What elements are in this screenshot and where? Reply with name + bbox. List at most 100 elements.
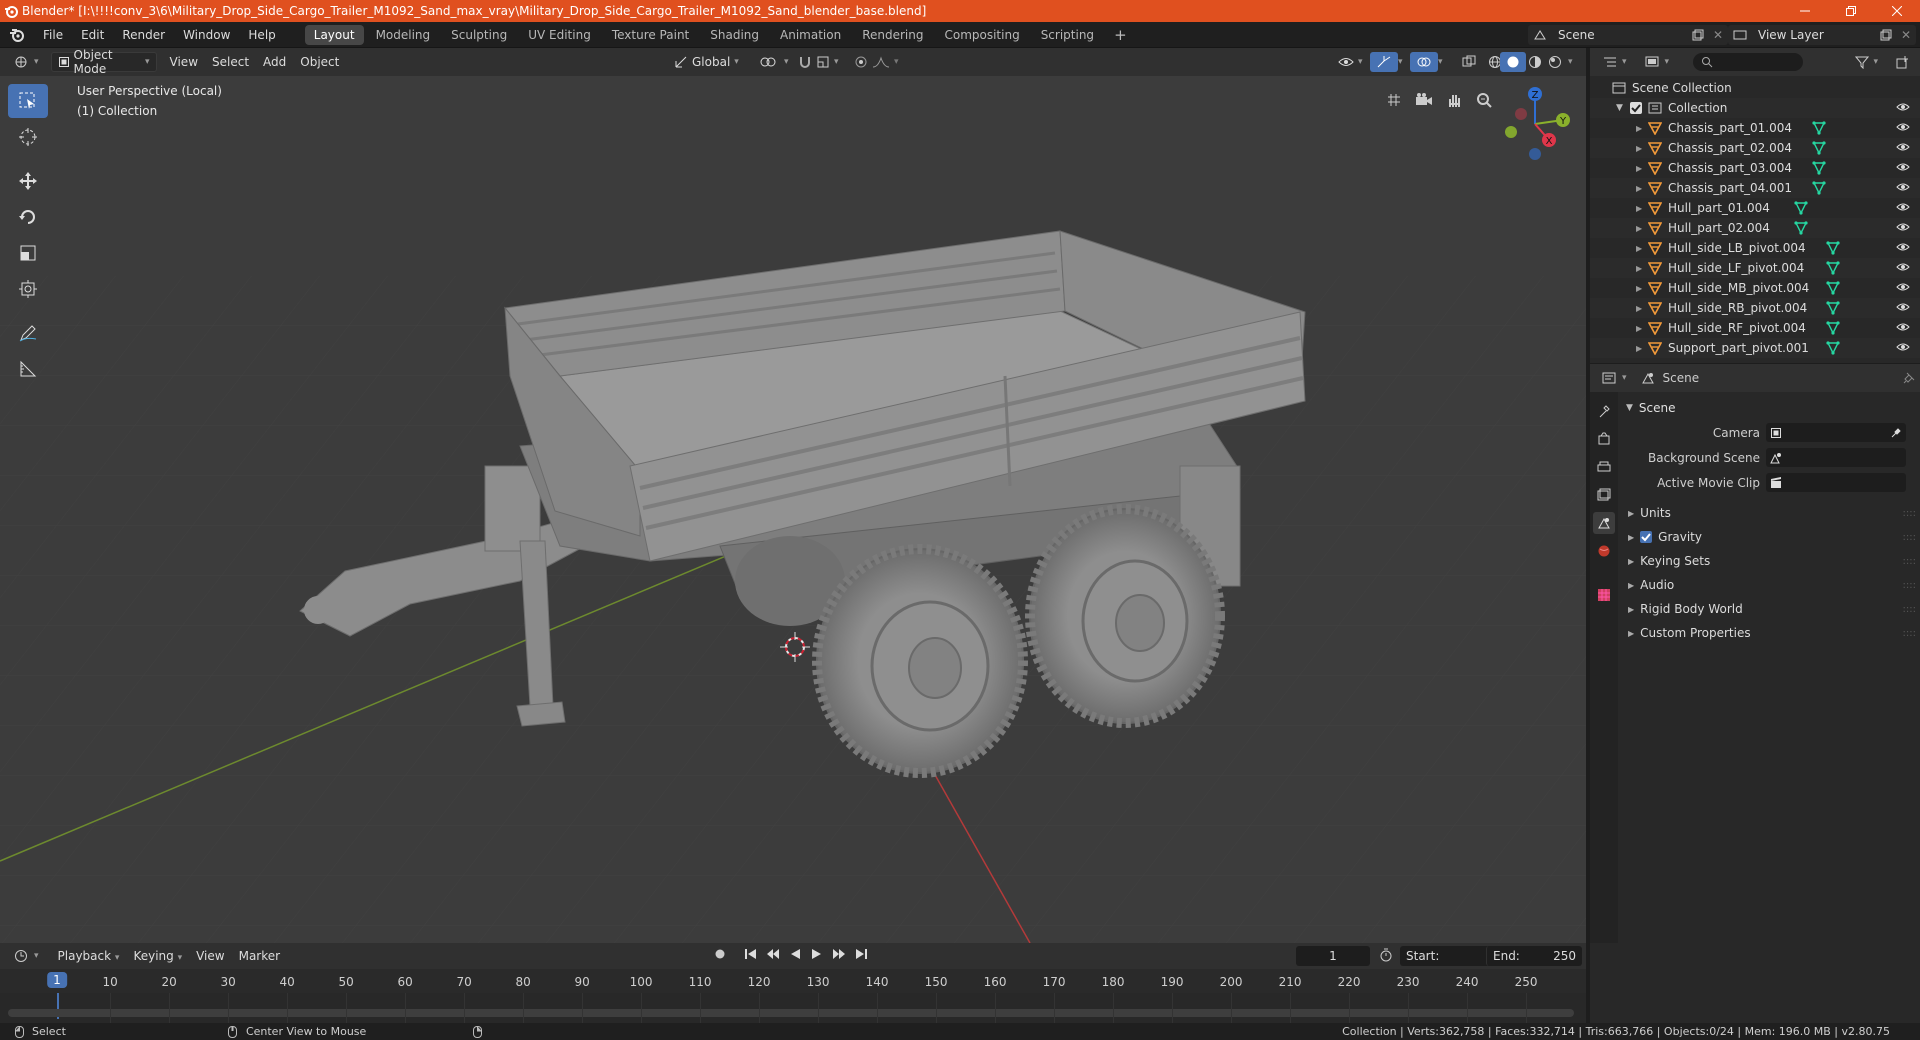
menu-help[interactable]: Help [239, 22, 284, 48]
tab-scripting[interactable]: Scripting [1032, 25, 1103, 45]
blender-menu-icon[interactable] [0, 22, 34, 48]
viewport-menu-view[interactable]: View [163, 55, 205, 69]
eye-icon[interactable] [1896, 321, 1910, 333]
tab-output[interactable] [1593, 456, 1615, 478]
active-movie-clip-input[interactable] [1766, 473, 1906, 492]
mesh-data-icon[interactable] [1826, 241, 1840, 255]
jump-start-button[interactable] [742, 948, 760, 960]
pivot-point-button[interactable]: ▾ [752, 52, 795, 72]
overlay-options-button[interactable]: ▾ [1432, 52, 1449, 72]
gravity-checkbox[interactable] [1640, 531, 1653, 543]
snap-target-button[interactable]: ▾ [810, 52, 845, 72]
outliner-item[interactable]: ▶ Hull_side_RB_pivot.004 [1590, 298, 1920, 318]
outliner-item[interactable]: ▶ Chassis_part_02.004 [1590, 138, 1920, 158]
current-frame-input[interactable]: 1 [1296, 946, 1370, 966]
outliner-item[interactable]: ▶ Hull_side_LB_pivot.004 [1590, 238, 1920, 258]
mesh-data-icon[interactable] [1826, 261, 1840, 275]
eye-icon[interactable] [1896, 301, 1910, 313]
close-button[interactable] [1874, 0, 1920, 22]
viewport-menu-object[interactable]: Object [293, 55, 346, 69]
expand-triangle-icon[interactable]: ▶ [1636, 224, 1648, 233]
outliner-editor-type-button[interactable]: ▾ [1596, 52, 1633, 72]
tab-layout[interactable]: Layout [304, 24, 364, 45]
tab-animation[interactable]: Animation [771, 25, 850, 45]
record-button[interactable] [712, 948, 728, 960]
outliner-item[interactable]: ▶ Hull_part_01.004 [1590, 198, 1920, 218]
object-visibility-button[interactable]: ▾ [1332, 52, 1369, 72]
tab-uv-editing[interactable]: UV Editing [519, 25, 600, 45]
expand-triangle-icon[interactable]: ▶ [1636, 204, 1648, 213]
viewport-menu-add[interactable]: Add [256, 55, 293, 69]
transform-tool[interactable] [8, 272, 48, 306]
tab-world[interactable] [1593, 540, 1615, 562]
tab-sculpting[interactable]: Sculpting [442, 25, 516, 45]
play-button[interactable] [808, 948, 826, 960]
menu-render[interactable]: Render [113, 22, 174, 48]
subpanel-units[interactable]: ▶ Units:::: [1620, 501, 1920, 525]
outliner-item[interactable]: ▶ Hull_part_02.004 [1590, 218, 1920, 238]
tab-view-layer[interactable] [1593, 484, 1615, 506]
outliner-item[interactable]: ▶ Support_part_pivot.001 [1590, 338, 1920, 358]
drag-handle-icon[interactable]: :::: [1903, 532, 1916, 543]
navigation-gizmo[interactable]: Z Y X [1495, 84, 1575, 164]
eye-icon[interactable] [1896, 241, 1910, 253]
pin-icon[interactable] [1898, 372, 1920, 384]
timeline-scrollbar[interactable] [8, 1009, 1574, 1017]
mesh-data-icon[interactable] [1794, 221, 1808, 235]
subpanel-custom-properties[interactable]: ▶ Custom Properties:::: [1620, 621, 1920, 645]
proportional-falloff-button[interactable]: ▾ [866, 52, 905, 72]
drag-handle-icon[interactable]: :::: [1903, 508, 1916, 519]
outliner-search-input[interactable] [1693, 53, 1804, 71]
delete-scene-icon[interactable]: ✕ [1708, 28, 1728, 42]
expand-triangle-icon[interactable]: ▶ [1636, 244, 1648, 253]
drag-handle-icon[interactable]: :::: [1903, 628, 1916, 639]
view-layer-selector[interactable]: View Layer ✕ [1728, 25, 1916, 45]
drag-handle-icon[interactable]: :::: [1903, 556, 1916, 567]
toggle-camera-grid-button[interactable] [1380, 86, 1408, 114]
expand-triangle-icon[interactable]: ▶ [1636, 164, 1648, 173]
drag-handle-icon[interactable]: :::: [1903, 580, 1916, 591]
mesh-data-icon[interactable] [1794, 201, 1808, 215]
move-tool[interactable] [8, 164, 48, 198]
drag-handle-icon[interactable]: :::: [1903, 604, 1916, 615]
expand-triangle-icon[interactable]: ▶ [1636, 184, 1648, 193]
tab-modeling[interactable]: Modeling [367, 25, 440, 45]
eye-icon[interactable] [1896, 281, 1910, 293]
background-scene-input[interactable] [1766, 448, 1906, 467]
annotate-tool[interactable] [8, 316, 48, 350]
restore-button[interactable] [1828, 0, 1874, 22]
outliner-item[interactable]: ▶ Hull_side_RF_pivot.004 [1590, 318, 1920, 338]
pan-view-button[interactable] [1440, 86, 1468, 114]
menu-edit[interactable]: Edit [72, 22, 113, 48]
outliner-scene-collection[interactable]: Scene Collection [1590, 78, 1920, 98]
gizmo-options-button[interactable]: ▾ [1392, 52, 1409, 72]
expand-triangle-icon[interactable]: ▶ [1636, 124, 1648, 133]
scene-panel-header[interactable]: ▼ Scene [1620, 396, 1920, 420]
properties-editor-type-button[interactable]: ▾ [1596, 368, 1633, 388]
expand-triangle-icon[interactable]: ▶ [1636, 344, 1648, 353]
mesh-data-icon[interactable] [1826, 281, 1840, 295]
outliner-filter-button[interactable]: ▾ [1849, 52, 1884, 72]
mesh-data-icon[interactable] [1826, 301, 1840, 315]
editor-type-button[interactable]: ▾ [8, 52, 45, 72]
timeline-menu-view[interactable]: View [189, 949, 231, 963]
end-frame-input[interactable]: End: 250 [1486, 946, 1582, 966]
eye-icon[interactable] [1896, 261, 1910, 273]
tab-scene[interactable] [1593, 512, 1615, 534]
tab-texture[interactable] [1593, 584, 1615, 606]
new-collection-button[interactable] [1890, 52, 1916, 72]
outliner-item[interactable]: ▶ Hull_side_MB_pivot.004 [1590, 278, 1920, 298]
select-box-tool[interactable] [8, 84, 48, 118]
expand-triangle-icon[interactable]: ▶ [1636, 264, 1648, 273]
jump-end-button[interactable] [852, 948, 870, 960]
new-view-layer-icon[interactable] [1876, 29, 1896, 41]
timeline-editor-type-button[interactable]: ▾ [8, 946, 45, 966]
camera-view-button[interactable] [1410, 86, 1438, 114]
next-keyframe-button[interactable] [830, 948, 848, 960]
tab-compositing[interactable]: Compositing [935, 25, 1028, 45]
mesh-data-icon[interactable] [1812, 141, 1826, 155]
mesh-data-icon[interactable] [1812, 181, 1826, 195]
eye-icon[interactable] [1896, 341, 1910, 353]
eye-icon[interactable] [1896, 121, 1910, 133]
menu-window[interactable]: Window [174, 22, 239, 48]
